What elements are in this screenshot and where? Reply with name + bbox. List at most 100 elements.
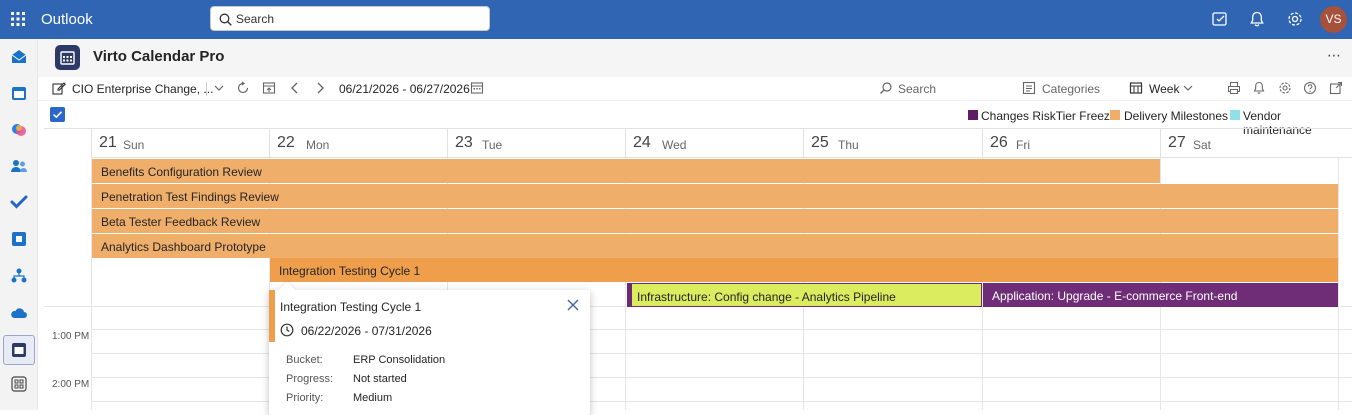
day-name: Thu bbox=[838, 138, 859, 152]
legend-swatch-vendor bbox=[1230, 110, 1240, 120]
mail-icon[interactable] bbox=[10, 48, 28, 66]
search-icon[interactable] bbox=[879, 81, 893, 95]
popup-progress-value: Not started bbox=[353, 373, 407, 385]
day-header-sun[interactable]: 21 Sun bbox=[91, 128, 269, 158]
more-apps-icon[interactable] bbox=[10, 375, 28, 393]
legend-label-risktier[interactable]: Changes RiskTier Freeze bbox=[981, 109, 1117, 123]
day-name: Mon bbox=[306, 138, 330, 152]
event-integration-testing-cycle-1[interactable]: Integration Testing Cycle 1 bbox=[270, 258, 1338, 282]
select-all-checkbox[interactable] bbox=[50, 107, 65, 122]
legend-swatch-risktier bbox=[968, 110, 978, 120]
day-name: Sat bbox=[1193, 138, 1212, 152]
settings-icon[interactable] bbox=[1278, 81, 1292, 95]
event-beta-tester-feedback-review[interactable]: Beta Tester Feedback Review bbox=[92, 209, 1338, 233]
print-icon[interactable] bbox=[1227, 81, 1241, 95]
day-number: 21 bbox=[99, 134, 117, 151]
popup-category-bar bbox=[269, 290, 275, 342]
day-name: Wed bbox=[662, 138, 687, 152]
more-options-button[interactable]: ⋯ bbox=[1327, 47, 1342, 64]
popup-bucket-value: ERP Consolidation bbox=[353, 354, 446, 366]
popup-priority-label: Priority: bbox=[286, 392, 324, 404]
day-number: 24 bbox=[633, 134, 651, 151]
event-infrastructure-config-change[interactable]: Infrastructure: Config change - Analytic… bbox=[627, 283, 982, 307]
popup-progress-label: Progress: bbox=[286, 373, 334, 385]
calendar-selector[interactable]: CIO Enterprise Change, ... bbox=[72, 82, 213, 96]
week-grid: 21 Sun 22 Mon 23 Tue 24 Wed 25 Thu 26 Fri 27 Sat 1:00… bbox=[44, 128, 1352, 410]
day-number: 22 bbox=[277, 134, 295, 151]
chevron-down-icon[interactable] bbox=[212, 81, 226, 95]
day-header-wed[interactable]: 24 Wed bbox=[625, 128, 803, 158]
day-number: 23 bbox=[455, 134, 473, 151]
app-title: Virto Calendar Pro bbox=[93, 48, 225, 65]
search-placeholder: Search bbox=[236, 12, 275, 26]
search-label[interactable]: Search bbox=[898, 82, 936, 96]
chevron-down-icon[interactable] bbox=[1181, 81, 1195, 95]
view-selector[interactable]: Week bbox=[1149, 82, 1179, 96]
left-app-rail bbox=[0, 39, 38, 410]
bell-icon[interactable] bbox=[1248, 10, 1266, 28]
day-number: 25 bbox=[811, 134, 829, 151]
popup-bucket-label: Bucket: bbox=[286, 354, 323, 366]
time-label-2pm: 2:00 PM bbox=[52, 379, 90, 390]
app-name[interactable]: Outlook bbox=[41, 11, 93, 28]
search-input[interactable]: Search bbox=[210, 6, 490, 31]
day-header-thu[interactable]: 25 Thu bbox=[803, 128, 981, 158]
pop-out-icon[interactable] bbox=[1329, 81, 1343, 95]
people-icon[interactable] bbox=[10, 157, 28, 175]
reminder-bell-icon[interactable] bbox=[1252, 81, 1266, 95]
date-range-label[interactable]: 06/21/2026 - 06/27/2026 bbox=[339, 82, 470, 96]
day-header-tue[interactable]: 23 Tue bbox=[447, 128, 625, 158]
event-analytics-dashboard-prototype[interactable]: Analytics Dashboard Prototype bbox=[92, 234, 1338, 258]
legend-label-delivery[interactable]: Delivery Milestones bbox=[1124, 109, 1228, 123]
popup-dates: 06/22/2026 - 07/31/2026 bbox=[301, 324, 432, 338]
checkmark-icon bbox=[52, 111, 63, 119]
calendar-toolbar: CIO Enterprise Change, ... 06/21/2026 - … bbox=[38, 77, 1352, 101]
day-number: 27 bbox=[1168, 134, 1186, 151]
next-week-icon[interactable] bbox=[313, 81, 327, 95]
day-name: Fri bbox=[1016, 138, 1030, 152]
time-label-1pm: 1:00 PM bbox=[52, 331, 90, 342]
day-header-mon[interactable]: 22 Mon bbox=[269, 128, 447, 158]
clock-icon bbox=[280, 323, 294, 337]
help-icon[interactable] bbox=[1303, 81, 1317, 95]
event-benefits-configuration-review[interactable]: Benefits Configuration Review bbox=[92, 159, 1160, 183]
todo-icon[interactable] bbox=[10, 193, 28, 211]
app-header: Virto Calendar Pro ⋯ bbox=[38, 39, 1352, 77]
categories-button[interactable]: Categories bbox=[1042, 82, 1100, 96]
avatar[interactable]: VS bbox=[1320, 6, 1347, 33]
day-header-fri[interactable]: 26 Fri bbox=[982, 128, 1160, 158]
day-name: Sun bbox=[123, 138, 145, 152]
bookings-icon[interactable] bbox=[10, 230, 28, 248]
outlook-top-bar: Outlook Search VS bbox=[0, 0, 1352, 39]
search-icon bbox=[219, 13, 232, 26]
onedrive-icon[interactable] bbox=[10, 304, 28, 322]
app-launcher-icon[interactable] bbox=[11, 12, 25, 26]
edit-icon[interactable] bbox=[52, 81, 66, 95]
my-day-icon[interactable] bbox=[1211, 10, 1229, 28]
popup-title: Integration Testing Cycle 1 bbox=[280, 300, 422, 314]
day-name: Tue bbox=[482, 138, 503, 152]
legend-swatch-delivery bbox=[1110, 110, 1120, 120]
virto-calendar-icon[interactable] bbox=[10, 341, 28, 359]
day-header-sat[interactable]: 27 Sat bbox=[1160, 128, 1352, 158]
day-number: 26 bbox=[990, 134, 1008, 151]
virto-logo-icon bbox=[55, 45, 80, 70]
today-icon[interactable] bbox=[262, 81, 276, 95]
event-application-upgrade[interactable]: Application: Upgrade - E-commerce Front-… bbox=[983, 283, 1338, 307]
refresh-icon[interactable] bbox=[236, 81, 250, 95]
categories-icon[interactable] bbox=[1022, 81, 1036, 95]
close-icon[interactable] bbox=[567, 299, 579, 311]
day-column-line bbox=[1338, 158, 1339, 410]
event-penetration-test-findings-review[interactable]: Penetration Test Findings Review bbox=[92, 184, 1338, 208]
previous-week-icon[interactable] bbox=[288, 81, 302, 95]
gear-icon[interactable] bbox=[1286, 10, 1304, 28]
popup-priority-value: Medium bbox=[353, 392, 393, 404]
date-picker-icon[interactable] bbox=[470, 81, 484, 95]
week-view-icon[interactable] bbox=[1129, 81, 1143, 95]
calendar-icon[interactable] bbox=[10, 84, 28, 102]
copilot-icon[interactable] bbox=[10, 121, 28, 139]
legend-bar: Changes RiskTier Freeze Delivery Milesto… bbox=[38, 101, 1352, 137]
event-details-popup: Integration Testing Cycle 1 06/22/2026 -… bbox=[269, 281, 590, 415]
divider bbox=[206, 82, 207, 96]
org-explorer-icon[interactable] bbox=[10, 267, 28, 285]
